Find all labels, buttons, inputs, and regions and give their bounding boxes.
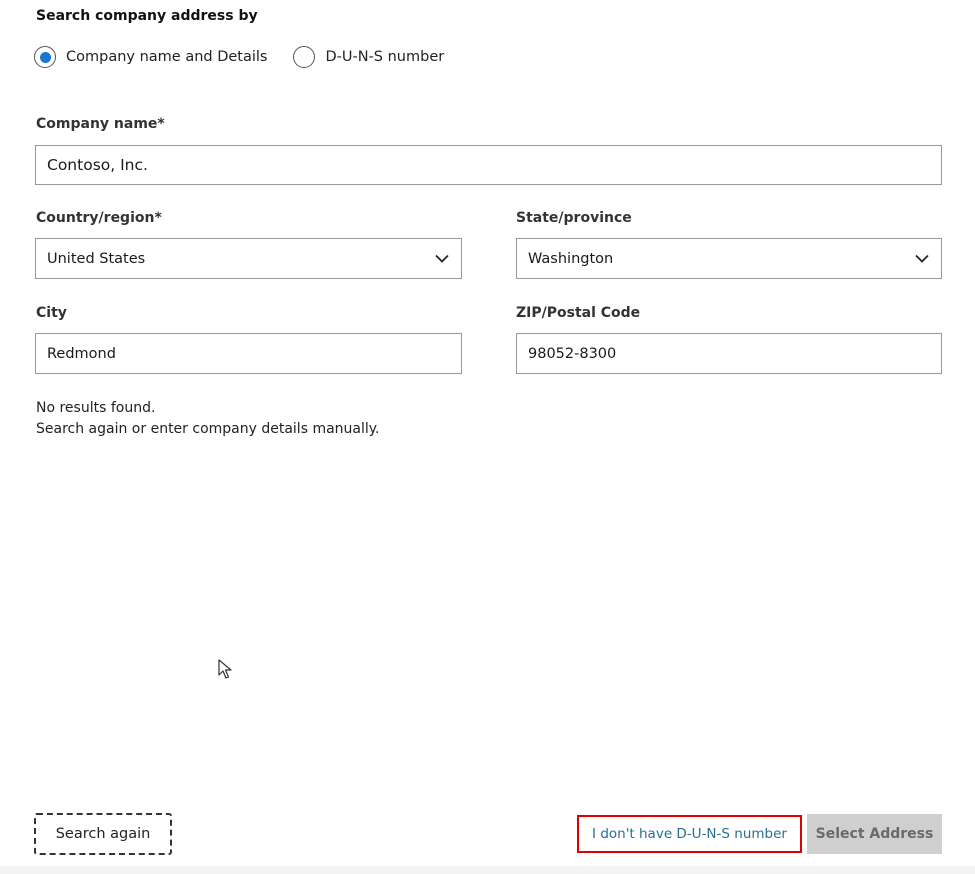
radio-duns-number[interactable]: D-U-N-S number — [293, 46, 444, 68]
required-mark: * — [154, 210, 162, 226]
zip-input[interactable]: 98052-8300 — [516, 333, 942, 374]
city-value: Redmond — [47, 345, 116, 362]
radio-checked-icon[interactable] — [34, 46, 56, 68]
company-name-label-text: Company name — [36, 116, 158, 132]
city-label: City — [36, 305, 67, 321]
chevron-down-icon — [435, 254, 449, 263]
no-results-message: No results found. Search again or enter … — [36, 398, 380, 440]
mouse-cursor-icon — [218, 659, 232, 679]
search-by-radio-group: Company name and Details D-U-N-S number — [34, 46, 470, 68]
radio-company-details[interactable]: Company name and Details — [34, 46, 267, 68]
required-mark: * — [157, 116, 165, 132]
search-again-button[interactable]: Search again — [34, 813, 172, 855]
bottom-divider — [0, 866, 975, 874]
company-name-input[interactable]: Contoso, Inc. — [35, 145, 942, 185]
search-by-heading: Search company address by — [36, 8, 258, 24]
radio-company-details-label: Company name and Details — [66, 49, 268, 65]
radio-duns-number-label: D-U-N-S number — [325, 49, 445, 65]
zip-label: ZIP/Postal Code — [516, 305, 641, 321]
country-label: Country/region* — [36, 210, 162, 226]
city-input[interactable]: Redmond — [35, 333, 462, 374]
state-value: Washington — [528, 250, 614, 267]
company-name-label: Company name* — [36, 116, 165, 132]
no-duns-number-link[interactable]: I don't have D-U-N-S number — [592, 826, 787, 842]
country-value: United States — [47, 250, 146, 267]
state-label: State/province — [516, 210, 632, 226]
zip-value: 98052-8300 — [528, 345, 617, 362]
chevron-down-icon — [915, 254, 929, 263]
state-select[interactable]: Washington — [516, 238, 942, 279]
highlight-box: I don't have D-U-N-S number — [577, 815, 802, 853]
no-results-line: No results found. — [36, 400, 156, 416]
country-select[interactable]: United States — [35, 238, 462, 279]
search-again-hint: Search again or enter company details ma… — [36, 421, 380, 437]
select-address-button[interactable]: Select Address — [807, 814, 942, 854]
company-name-value: Contoso, Inc. — [47, 156, 148, 174]
radio-unchecked-icon[interactable] — [293, 46, 316, 68]
country-label-text: Country/region — [36, 210, 155, 226]
